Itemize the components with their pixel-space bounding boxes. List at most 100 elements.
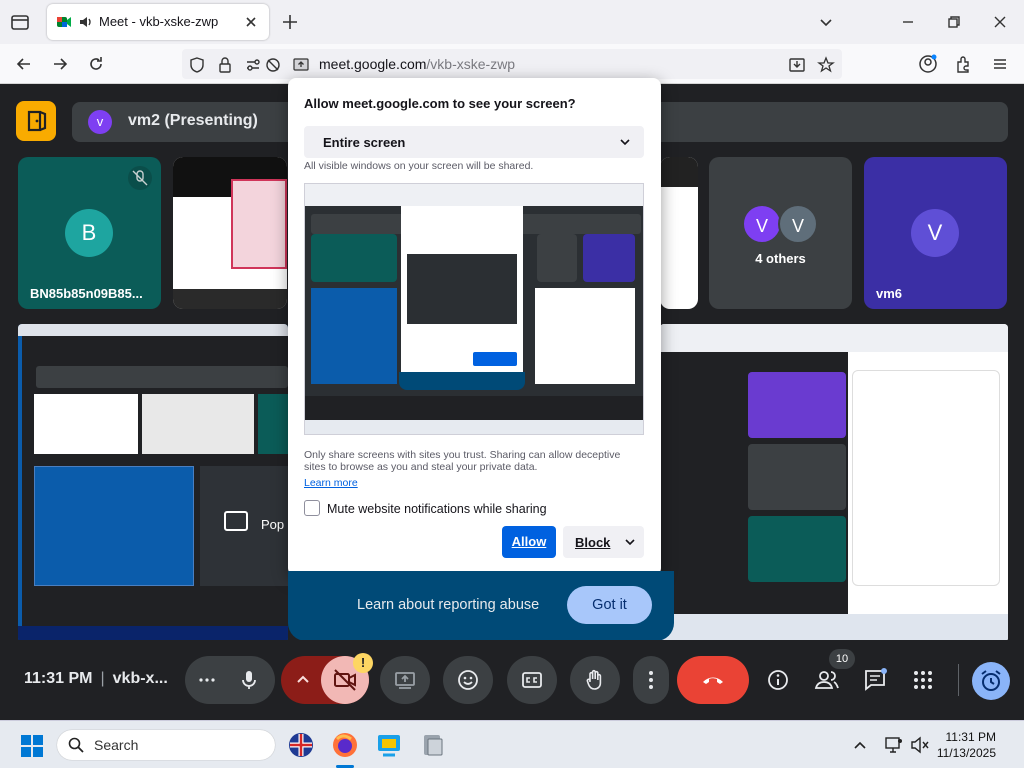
permissions-icon[interactable]: [244, 56, 262, 74]
participant-name-vm6: vm6: [876, 286, 903, 301]
camera-warning-icon[interactable]: !: [353, 653, 373, 673]
preview-tile-b: [311, 234, 397, 282]
minimize-icon[interactable]: [898, 12, 918, 32]
meeting-details-icon[interactable]: [766, 668, 790, 692]
alarm-clock-icon: [981, 670, 1001, 691]
preview-shared-left: [311, 288, 397, 384]
tracking-protection-shield-icon[interactable]: [188, 56, 206, 74]
close-tab-icon[interactable]: [243, 14, 259, 30]
block-options-chevron-icon[interactable]: [624, 536, 636, 548]
more-audio-options-icon[interactable]: [197, 670, 217, 690]
block-button[interactable]: Block: [563, 526, 644, 558]
audio-playing-icon[interactable]: [78, 14, 94, 30]
preview-tile-vm6: [583, 234, 635, 282]
present-screen-icon: [395, 672, 415, 689]
shared-titlebar: [18, 324, 288, 336]
reload-icon[interactable]: [86, 54, 106, 74]
screen-share-icon[interactable]: [292, 56, 310, 74]
address-bar[interactable]: meet.google.com/vkb-xske-zwp: [182, 49, 842, 79]
shared-right-tile-3: [748, 516, 846, 582]
forward-icon[interactable]: [50, 54, 70, 74]
meeting-time: 11:31 PM: [24, 670, 93, 687]
participant-avatar-vm6: V: [911, 209, 959, 257]
pocket-save-icon[interactable]: [788, 56, 806, 74]
more-vert-icon: [649, 671, 653, 689]
app-taskbar-icon[interactable]: [419, 731, 447, 759]
bookmark-star-icon[interactable]: [817, 56, 835, 74]
learn-more-link[interactable]: Learn more: [304, 477, 358, 489]
back-icon[interactable]: [14, 54, 34, 74]
block-button-label: Block: [575, 535, 611, 550]
url-domain: meet.google.com: [319, 56, 427, 72]
mic-control-group: [185, 656, 275, 704]
thumbnail-taskbar: [173, 289, 287, 309]
volume-muted-icon[interactable]: [910, 735, 930, 755]
partial-participant-tile[interactable]: [660, 157, 698, 309]
presenting-label: vm2 (Presenting): [128, 112, 258, 129]
lock-icon[interactable]: [216, 56, 234, 74]
uk-flag-widget-icon[interactable]: [288, 732, 314, 758]
url-text: meet.google.com/vkb-xske-zwp: [319, 56, 515, 72]
account-icon[interactable]: [918, 54, 938, 74]
got-it-button[interactable]: Got it: [567, 586, 652, 624]
shared-screen-view[interactable]: Pop: [18, 324, 288, 642]
partial-tile-strip: [660, 157, 698, 187]
people-icon[interactable]: [814, 668, 840, 692]
meet-activities-icon[interactable]: [16, 101, 56, 141]
participant-tile-vm6[interactable]: V vm6: [864, 157, 1007, 309]
shared-nested-screen: [34, 466, 194, 586]
allow-button[interactable]: Allow: [502, 526, 556, 558]
windows-start-icon[interactable]: [20, 734, 44, 758]
more-options-button[interactable]: [633, 656, 669, 704]
muted-mic-icon: [128, 166, 152, 190]
browser-tab-meet[interactable]: Meet - vkb-xske-zwp: [47, 4, 269, 40]
chat-icon[interactable]: [862, 667, 888, 693]
reporting-abuse-banner: Learn about reporting abuse Got it: [288, 571, 674, 641]
restore-icon[interactable]: [944, 12, 964, 32]
leave-call-button[interactable]: [677, 656, 749, 704]
timer-button[interactable]: [972, 662, 1010, 700]
shared-thumb-3: [258, 394, 288, 454]
url-path: /vkb-xske-zwp: [426, 56, 516, 72]
taskbar-search-box[interactable]: Search: [57, 730, 275, 760]
meeting-code: vkb-x...: [112, 670, 168, 687]
others-tile[interactable]: V V 4 others: [709, 157, 852, 309]
tab-list-icon[interactable]: [8, 10, 32, 34]
share-warning: Only share screens with sites you trust.…: [304, 449, 621, 473]
pop-out-icon[interactable]: [224, 511, 248, 531]
pop-label: Pop: [261, 517, 285, 532]
display-icon[interactable]: [884, 735, 904, 755]
reactions-button[interactable]: [443, 656, 493, 704]
presentation-thumbnail[interactable]: [173, 157, 287, 309]
extensions-icon[interactable]: [954, 54, 974, 74]
mute-notifications-label[interactable]: Mute website notifications while sharing: [327, 502, 547, 516]
share-source-select[interactable]: Entire screen: [304, 126, 644, 158]
menu-hamburger-icon[interactable]: [990, 54, 1010, 74]
new-tab-icon[interactable]: [280, 12, 300, 32]
participant-tile-b[interactable]: B BN85b85n09B85...: [18, 157, 161, 309]
chevron-down-icon: [620, 139, 630, 146]
taskbar-clock[interactable]: 11:31 PM 11/13/2025: [932, 729, 996, 761]
present-screen-button[interactable]: [380, 656, 430, 704]
raise-hand-button[interactable]: [570, 656, 620, 704]
activities-grid-icon[interactable]: [912, 669, 934, 691]
shared-screen-view-right[interactable]: [660, 324, 1008, 642]
microphone-icon[interactable]: [238, 669, 260, 691]
shared-thumb-1: [34, 394, 138, 454]
camera-options-chevron-icon[interactable]: [295, 672, 311, 688]
camera-off-icon: [334, 669, 356, 691]
windows-taskbar: Search 11:31 PM 11/13/2025: [0, 720, 1024, 768]
preview-banner: [399, 372, 525, 390]
firefox-taskbar-icon[interactable]: [331, 731, 359, 759]
browser-tabstrip: Meet - vkb-xske-zwp: [0, 0, 1024, 44]
camera-blocked-icon[interactable]: [264, 56, 282, 74]
captions-button[interactable]: [507, 656, 557, 704]
virtual-machine-taskbar-icon[interactable]: [375, 731, 403, 759]
others-avatar-2: V: [778, 204, 818, 244]
show-hidden-icons-chevron-icon[interactable]: [852, 738, 868, 752]
shared-right-tile-1: [748, 372, 846, 438]
participant-avatar-b: B: [65, 209, 113, 257]
list-all-tabs-icon[interactable]: [816, 12, 836, 32]
close-window-icon[interactable]: [990, 12, 1010, 32]
mute-notifications-checkbox[interactable]: [304, 500, 320, 516]
